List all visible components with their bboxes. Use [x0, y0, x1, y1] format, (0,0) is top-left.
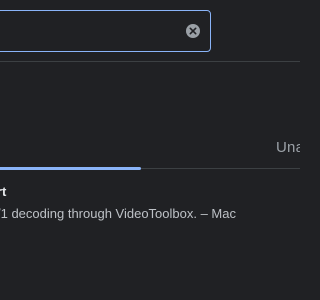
- header-divider: [0, 61, 300, 62]
- clear-search-button[interactable]: [186, 24, 200, 38]
- active-tab-indicator: [0, 167, 141, 170]
- search-input[interactable]: [0, 10, 211, 52]
- experiment-description: /1 decoding through VideoToolbox. – Mac: [0, 206, 236, 221]
- close-icon: [189, 27, 197, 35]
- experiment-title: rt: [0, 184, 7, 199]
- tab-unavailable[interactable]: Una: [276, 139, 300, 156]
- flags-page: Una rt /1 decoding through VideoToolbox.…: [0, 0, 300, 300]
